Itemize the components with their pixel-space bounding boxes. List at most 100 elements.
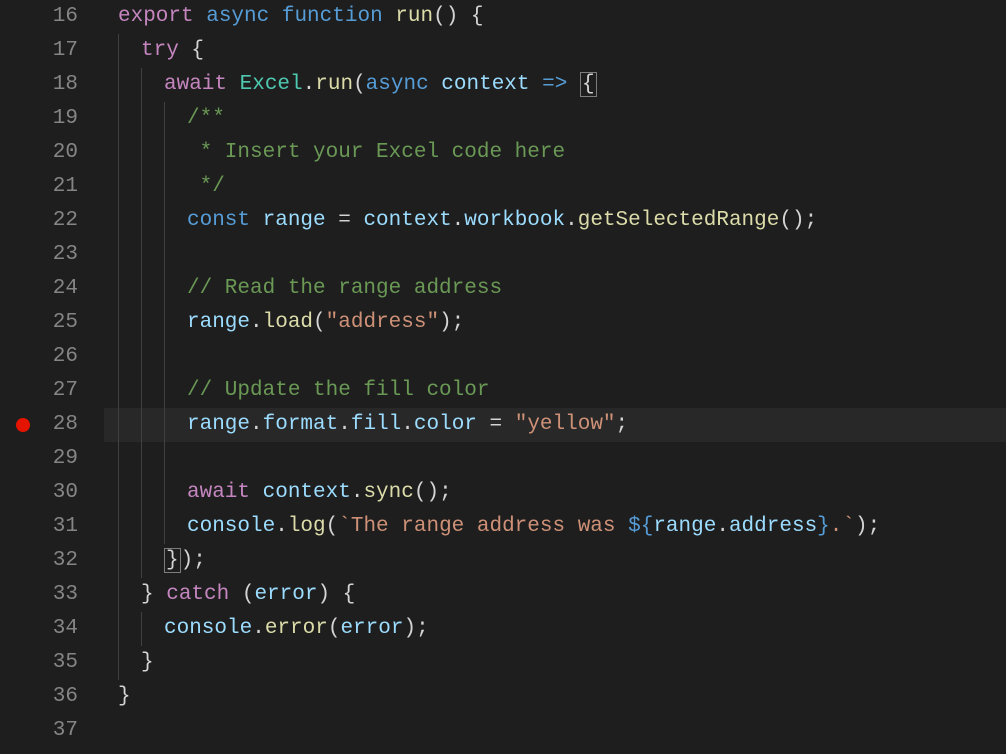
indent-guide bbox=[118, 340, 141, 374]
token: . bbox=[303, 73, 316, 96]
code-area[interactable]: export async function run() {try {await … bbox=[104, 0, 1006, 754]
indent-guide bbox=[141, 510, 164, 544]
code-line[interactable]: const range = context.workbook.getSelect… bbox=[104, 204, 1006, 238]
token: => bbox=[530, 73, 568, 96]
line-number[interactable]: 34 bbox=[0, 612, 104, 646]
token: fill bbox=[351, 413, 401, 436]
indent-guide bbox=[118, 612, 141, 646]
line-number[interactable]: 23 bbox=[0, 238, 104, 272]
code-line[interactable] bbox=[104, 714, 1006, 748]
token: ( bbox=[326, 515, 339, 538]
code-line[interactable] bbox=[104, 238, 1006, 272]
line-number[interactable]: 36 bbox=[0, 680, 104, 714]
code-line[interactable]: * Insert your Excel code here bbox=[104, 136, 1006, 170]
indent-guide bbox=[118, 442, 141, 476]
token: error bbox=[340, 617, 403, 640]
token: ); bbox=[181, 549, 206, 572]
code-line[interactable] bbox=[104, 340, 1006, 374]
code-line[interactable]: /** bbox=[104, 102, 1006, 136]
token: // Read the range address bbox=[187, 277, 502, 300]
indent-guide bbox=[141, 68, 164, 102]
token: } bbox=[817, 515, 830, 538]
token: load bbox=[263, 311, 313, 334]
indent-guide bbox=[164, 306, 187, 340]
token: (); bbox=[414, 481, 452, 504]
code-line[interactable]: */ bbox=[104, 170, 1006, 204]
line-number[interactable]: 27 bbox=[0, 374, 104, 408]
code-line[interactable] bbox=[104, 442, 1006, 476]
code-line[interactable]: try { bbox=[104, 34, 1006, 68]
code-line[interactable]: range.format.fill.color = "yellow"; bbox=[104, 408, 1006, 442]
line-number[interactable]: 28 bbox=[0, 408, 104, 442]
code-line[interactable]: // Read the range address bbox=[104, 272, 1006, 306]
token: */ bbox=[187, 175, 225, 198]
line-number[interactable]: 26 bbox=[0, 340, 104, 374]
line-number[interactable]: 18 bbox=[0, 68, 104, 102]
indent-guide bbox=[118, 646, 141, 680]
code-line[interactable]: } bbox=[104, 680, 1006, 714]
indent-guide bbox=[118, 272, 141, 306]
indent-guide bbox=[164, 374, 187, 408]
line-number[interactable]: 17 bbox=[0, 34, 104, 68]
indent-guide bbox=[141, 272, 164, 306]
line-number-gutter[interactable]: 1617181920212223242526272829303132333435… bbox=[0, 0, 104, 754]
indent-guide bbox=[141, 408, 164, 442]
line-number[interactable]: 24 bbox=[0, 272, 104, 306]
token: address bbox=[729, 515, 817, 538]
line-number[interactable]: 29 bbox=[0, 442, 104, 476]
line-number[interactable]: 21 bbox=[0, 170, 104, 204]
indent-guide bbox=[164, 204, 187, 238]
indent-guide bbox=[141, 476, 164, 510]
token: const bbox=[187, 209, 250, 232]
code-line[interactable]: } catch (error) { bbox=[104, 578, 1006, 612]
code-line[interactable]: export async function run() { bbox=[104, 0, 1006, 34]
line-number[interactable]: 31 bbox=[0, 510, 104, 544]
token: console bbox=[187, 515, 275, 538]
line-number[interactable]: 35 bbox=[0, 646, 104, 680]
indent-guide bbox=[164, 340, 187, 374]
token: context bbox=[250, 481, 351, 504]
line-number[interactable]: 20 bbox=[0, 136, 104, 170]
token: ( bbox=[229, 583, 254, 606]
code-line[interactable]: await Excel.run(async context => { bbox=[104, 68, 1006, 102]
token: range bbox=[653, 515, 716, 538]
token: . bbox=[565, 209, 578, 232]
indent-guide bbox=[164, 510, 187, 544]
code-line[interactable]: // Update the fill color bbox=[104, 374, 1006, 408]
line-number[interactable]: 32 bbox=[0, 544, 104, 578]
indent-guide bbox=[118, 238, 141, 272]
token: workbook bbox=[464, 209, 565, 232]
line-number[interactable]: 22 bbox=[0, 204, 104, 238]
token: Excel bbox=[227, 73, 303, 96]
line-number[interactable]: 16 bbox=[0, 0, 104, 34]
token: format bbox=[263, 413, 339, 436]
code-line[interactable]: } bbox=[104, 646, 1006, 680]
line-number[interactable]: 30 bbox=[0, 476, 104, 510]
token: context bbox=[363, 209, 451, 232]
indent-guide bbox=[141, 102, 164, 136]
indent-guide bbox=[164, 408, 187, 442]
token: * Insert your Excel code here bbox=[187, 141, 565, 164]
indent-guide bbox=[141, 612, 164, 646]
token: context bbox=[429, 73, 530, 96]
code-editor[interactable]: 1617181920212223242526272829303132333435… bbox=[0, 0, 1006, 754]
token: { bbox=[458, 5, 483, 28]
token: = bbox=[326, 209, 364, 232]
indent-guide bbox=[118, 476, 141, 510]
code-line[interactable]: range.load("address"); bbox=[104, 306, 1006, 340]
indent-guide bbox=[164, 238, 187, 272]
indent-guide bbox=[118, 578, 141, 612]
indent-guide bbox=[141, 340, 164, 374]
breakpoint-icon[interactable] bbox=[16, 418, 30, 432]
code-line[interactable]: await context.sync(); bbox=[104, 476, 1006, 510]
indent-guide bbox=[164, 272, 187, 306]
code-line[interactable]: }); bbox=[104, 544, 1006, 578]
line-number[interactable]: 37 bbox=[0, 714, 104, 748]
code-line[interactable]: console.log(`The range address was ${ran… bbox=[104, 510, 1006, 544]
line-number[interactable]: 33 bbox=[0, 578, 104, 612]
line-number[interactable]: 19 bbox=[0, 102, 104, 136]
code-line[interactable]: console.error(error); bbox=[104, 612, 1006, 646]
line-number[interactable]: 25 bbox=[0, 306, 104, 340]
token: () bbox=[433, 5, 458, 28]
token: async bbox=[366, 73, 429, 96]
